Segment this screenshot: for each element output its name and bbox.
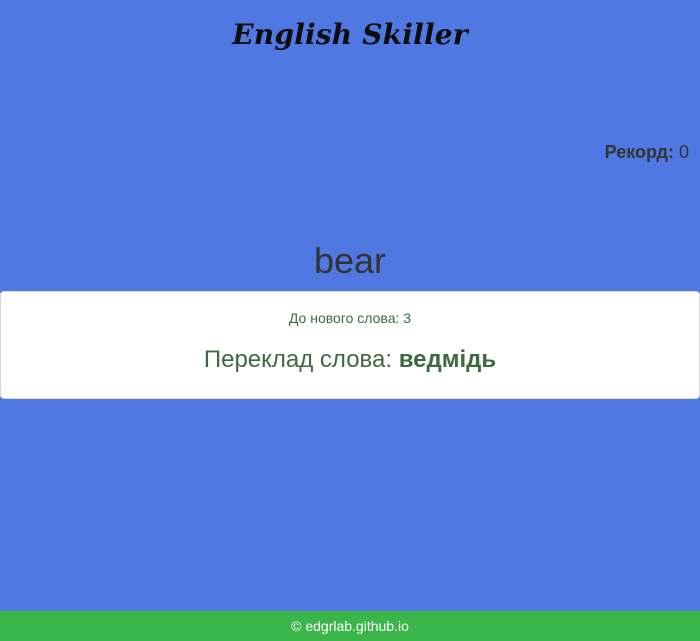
countdown-label: До нового слова: xyxy=(288,310,400,326)
countdown-value: 3 xyxy=(403,310,412,326)
current-word: bear xyxy=(313,240,387,281)
footer-link[interactable]: © edgrlab.github.io xyxy=(291,618,409,634)
countdown: До нового слова: 3 xyxy=(1,310,699,326)
record-display: Рекорд: 0 xyxy=(605,142,689,163)
translation-label: Переклад слова: xyxy=(203,346,393,373)
record-label: Рекорд: xyxy=(604,142,674,162)
footer: © edgrlab.github.io xyxy=(0,611,700,641)
translation-word: ведмідь xyxy=(398,346,497,373)
record-value: 0 xyxy=(678,142,689,162)
translation: Переклад слова: ведмідь xyxy=(1,346,699,374)
translation-card: До нового слова: 3 Переклад слова: ведмі… xyxy=(0,291,700,399)
app-title: English Skiller xyxy=(232,18,468,51)
